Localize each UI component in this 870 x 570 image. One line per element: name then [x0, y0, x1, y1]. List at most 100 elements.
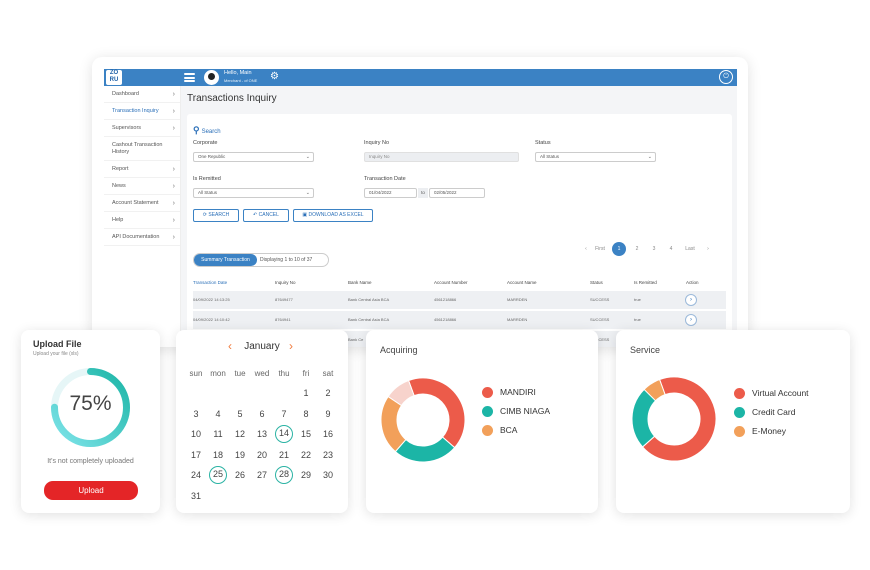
legend-dot: [734, 426, 745, 437]
cell-account-name: MARRDEN: [507, 317, 528, 322]
date-to-input[interactable]: 02/05/2022: [429, 188, 485, 198]
legend-dot: [482, 425, 493, 436]
calendar-next-icon[interactable]: ›: [289, 339, 293, 353]
status-select[interactable]: All Status ⌄: [535, 152, 656, 162]
gear-icon[interactable]: ⚙: [270, 71, 279, 83]
calendar-day-18[interactable]: 18: [207, 446, 229, 464]
sidebar-item-api-documentation[interactable]: API Documentation ›: [104, 229, 180, 246]
calendar-day-12[interactable]: 12: [229, 425, 251, 443]
calendar-day-29[interactable]: 29: [295, 466, 317, 484]
power-icon[interactable]: ⏻: [719, 70, 733, 84]
calendar-day-4[interactable]: 4: [207, 405, 229, 423]
cell-inquiry: 87649477: [275, 297, 293, 302]
chevron-right-icon: ›: [172, 166, 175, 173]
sidebar-item-label: Cashout Transaction History: [112, 142, 163, 155]
search-button-label: SEARCH: [208, 212, 230, 218]
calendar-day-21[interactable]: 21: [273, 446, 295, 464]
calendar-day-28[interactable]: 28: [275, 466, 293, 484]
cancel-button[interactable]: ↶ CANCEL: [243, 209, 289, 222]
sidebar-item-cashout-history[interactable]: Cashout Transaction History: [104, 137, 180, 161]
acquiring-donut-chart: [380, 377, 466, 463]
upload-title: Upload File: [33, 339, 82, 349]
pager-next[interactable]: ›: [701, 242, 715, 256]
weekday-sun: sun: [189, 369, 203, 378]
calendar-day-9[interactable]: 9: [317, 405, 339, 423]
legend-label: BCA: [500, 425, 518, 435]
pager-page-3[interactable]: 3: [647, 242, 661, 256]
calendar-day-14[interactable]: 14: [275, 425, 293, 443]
calendar-day-31[interactable]: 31: [185, 487, 207, 505]
col-bank-name: Bank Name: [348, 280, 372, 285]
search-button[interactable]: ⟳ SEARCH: [193, 209, 239, 222]
inquiry-input[interactable]: Inquiry No: [364, 152, 519, 162]
legend-label: E-Money: [752, 426, 787, 436]
calendar-day-24[interactable]: 24: [185, 466, 207, 484]
cell-status: SUCCESS: [590, 317, 610, 322]
calendar-day-16[interactable]: 16: [317, 425, 339, 443]
calendar-day-27[interactable]: 27: [251, 466, 273, 484]
calendar-day-22[interactable]: 22: [295, 446, 317, 464]
chevron-right-icon: ›: [172, 108, 175, 115]
col-account-number: Account Number: [434, 280, 468, 285]
upload-button[interactable]: Upload: [44, 481, 138, 500]
calendar-day-26[interactable]: 26: [229, 466, 251, 484]
hamburger-menu-icon[interactable]: [184, 73, 195, 82]
calendar-day-11[interactable]: 11: [207, 425, 229, 443]
calendar-day-30[interactable]: 30: [317, 466, 339, 484]
col-transaction-date[interactable]: Transaction Date: [193, 277, 227, 289]
chevron-right-icon: ›: [172, 125, 175, 132]
pager-page-4[interactable]: 4: [664, 242, 678, 256]
cell-account-name: MARRDEN: [507, 297, 528, 302]
download-excel-button[interactable]: ▣ DOWNLOAD AS EXCEL: [293, 209, 373, 222]
sidebar-item-transaction-inquiry[interactable]: Transaction Inquiry ›: [104, 103, 180, 120]
calendar-day-7[interactable]: 7: [273, 405, 295, 423]
sidebar-item-dashboard[interactable]: Dashboard ›: [104, 86, 180, 103]
calendar-day-5[interactable]: 5: [229, 405, 251, 423]
tab-summary-transaction[interactable]: Summary Transaction: [194, 254, 257, 266]
calendar-day-17[interactable]: 17: [185, 446, 207, 464]
table-row[interactable]: 04/09/2022 14:10:42 8764941 Bank Central…: [193, 311, 726, 329]
calendar-day-23[interactable]: 23: [317, 446, 339, 464]
legend-dot: [734, 388, 745, 399]
calendar-day-13[interactable]: 13: [251, 425, 273, 443]
pager-page-2[interactable]: 2: [630, 242, 644, 256]
remitted-select[interactable]: All Status ⌄: [193, 188, 314, 198]
corporate-select[interactable]: One Republic ⌄: [193, 152, 314, 162]
calendar-day-19[interactable]: 19: [229, 446, 251, 464]
calendar-day-25[interactable]: 25: [209, 466, 227, 484]
cell-inquiry: 8764941: [275, 317, 291, 322]
legend-label: Credit Card: [752, 407, 796, 417]
calendar-day-1[interactable]: 1: [295, 384, 317, 402]
sidebar-item-news[interactable]: News ›: [104, 178, 180, 195]
pager-page-1[interactable]: 1: [612, 242, 626, 256]
search-toggle[interactable]: ⚲ Search: [193, 126, 221, 136]
weekday-fri: fri: [302, 369, 310, 378]
calendar-day-3[interactable]: 3: [185, 405, 207, 423]
sidebar-item-report[interactable]: Report ›: [104, 161, 180, 178]
app-logo[interactable]: ZO RU: [106, 70, 122, 85]
app-window: ZO RU Hello, Main Merchant - of ONE ⚙ ⏻ …: [92, 57, 748, 347]
date-from-input[interactable]: 01/04/2022: [364, 188, 417, 198]
calendar-day-8[interactable]: 8: [295, 405, 317, 423]
corporate-value: One Republic: [198, 154, 226, 159]
pager-first[interactable]: First: [593, 242, 607, 256]
pager-last[interactable]: Last: [683, 242, 697, 256]
sidebar-item-label: Dashboard: [112, 91, 139, 97]
sidebar-item-supervisors[interactable]: Supervisors ›: [104, 120, 180, 137]
date-to-value: 02/05/2022: [434, 190, 457, 195]
inquiry-card: ⚲ Search Corporate One Republic ⌄ Inquiry …: [187, 114, 732, 347]
row-action-button[interactable]: ›: [685, 294, 697, 306]
calendar-day-6[interactable]: 6: [251, 405, 273, 423]
sidebar-item-account-statement[interactable]: Account Statement ›: [104, 195, 180, 212]
calendar-day-2[interactable]: 2: [317, 384, 339, 402]
calendar-day-15[interactable]: 15: [295, 425, 317, 443]
cell-bank: Bank Central Asia BCA: [348, 317, 390, 322]
pager-prev[interactable]: ‹: [579, 242, 593, 256]
user-avatar[interactable]: [204, 70, 219, 85]
calendar-day-10[interactable]: 10: [185, 425, 207, 443]
row-action-button[interactable]: ›: [685, 314, 697, 326]
sidebar-item-help[interactable]: Help ›: [104, 212, 180, 229]
sidebar: Dashboard › Transaction Inquiry › Supervis…: [104, 86, 181, 347]
table-row[interactable]: 04/09/2022 14:13:25 87649477 Bank Centra…: [193, 291, 726, 309]
calendar-day-20[interactable]: 20: [251, 446, 273, 464]
